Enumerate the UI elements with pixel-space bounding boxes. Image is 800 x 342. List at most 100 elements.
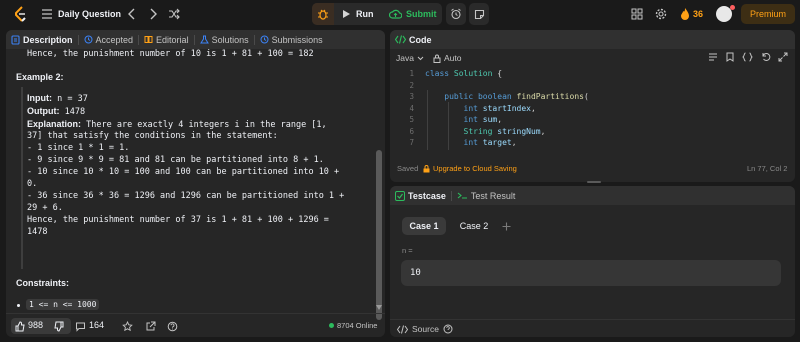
- comment-count[interactable]: 164: [89, 320, 104, 330]
- checkbox-icon: [395, 190, 405, 201]
- example-title: Example 2:: [16, 72, 64, 82]
- braces-icon[interactable]: [742, 52, 753, 62]
- line-number: 5: [409, 115, 414, 124]
- code-editor[interactable]: 1 2 3 4 5 6 7 8 class Solution { public boolean…: [390, 68, 795, 150]
- explanation-line: - 10 since 10 * 10 = 100 and 100 can be …: [27, 167, 340, 177]
- add-case-icon[interactable]: [498, 217, 514, 235]
- star-icon[interactable]: [121, 319, 133, 333]
- history-icon: [260, 35, 269, 44]
- code-token: int[]: [425, 150, 492, 151]
- streak-count[interactable]: 36: [693, 8, 703, 20]
- problem-list-title[interactable]: Daily Question: [58, 8, 121, 20]
- alarm-clock-icon: [450, 8, 462, 20]
- language-label: Java: [396, 53, 414, 63]
- case-1-tab[interactable]: Case 1: [402, 217, 446, 235]
- constraint-bullet: [17, 304, 20, 307]
- language-select[interactable]: Java: [396, 53, 424, 63]
- tab-test-result[interactable]: Test Result: [452, 186, 521, 205]
- leetcode-logo-icon[interactable]: [13, 6, 27, 22]
- code-token: String: [425, 126, 498, 136]
- tab-testcase[interactable]: Testcase: [390, 186, 451, 205]
- online-dot: [329, 323, 334, 328]
- chevron-right-icon[interactable]: [148, 7, 158, 21]
- note-icon: [474, 9, 485, 20]
- cursor-position: Ln 77, Col 2: [747, 164, 788, 173]
- fire-icon[interactable]: [680, 7, 690, 21]
- code-line: public boolean findPartitions(: [425, 91, 589, 103]
- bookmark-icon[interactable]: [726, 52, 734, 62]
- play-icon: [342, 9, 351, 19]
- timer-button[interactable]: [446, 3, 466, 25]
- case-2-tab[interactable]: Case 2: [453, 217, 495, 235]
- description-scrollbar[interactable]: [376, 150, 382, 320]
- line-number: 7: [409, 138, 414, 147]
- tab-description[interactable]: Description: [6, 30, 78, 49]
- help-icon[interactable]: [166, 319, 178, 333]
- code-token: {: [492, 69, 503, 78]
- indent-guide: [427, 90, 428, 150]
- code-token: ,: [540, 126, 546, 136]
- help-icon: [443, 324, 453, 334]
- notes-button[interactable]: [469, 3, 489, 25]
- code-token: int: [425, 103, 483, 113]
- grid-icon[interactable]: [631, 8, 643, 20]
- run-label: Run: [356, 9, 374, 19]
- code-line: int sum,: [425, 114, 503, 126]
- source-button[interactable]: Source: [397, 324, 453, 334]
- testcase-input-field[interactable]: 10: [401, 260, 781, 286]
- submit-button[interactable]: Submit: [384, 3, 442, 25]
- input-variable-label: n =: [402, 246, 413, 255]
- tab-solutions[interactable]: Solutions: [195, 30, 254, 49]
- upgrade-link[interactable]: Upgrade to Cloud Saving: [423, 164, 517, 173]
- debug-button[interactable]: [312, 3, 334, 25]
- gear-icon[interactable]: [655, 8, 667, 20]
- comment-icon[interactable]: [74, 319, 86, 333]
- code-token: sum: [482, 115, 498, 124]
- chevron-left-icon[interactable]: [127, 7, 137, 21]
- tab-submissions[interactable]: Submissions: [255, 30, 328, 49]
- book-icon: [144, 35, 153, 44]
- code-token: boolean: [477, 92, 517, 101]
- panel-resize-handle[interactable]: [587, 181, 601, 183]
- code-line: int target,: [425, 137, 517, 149]
- tab-editorial[interactable]: Editorial: [139, 30, 194, 49]
- explanation-label: Explanation:: [27, 119, 82, 129]
- premium-button[interactable]: Premium: [741, 4, 795, 24]
- example-input: Input: n = 37: [27, 93, 88, 105]
- tab-code[interactable]: Code: [390, 30, 437, 49]
- explanation-line: Hence, the punishment number of 37 is 1 …: [27, 215, 329, 225]
- tab-accepted[interactable]: Accepted: [79, 30, 139, 49]
- thumbs-up-icon[interactable]: [14, 319, 26, 333]
- format-icon[interactable]: [708, 52, 718, 62]
- testcase-footer: Source: [390, 319, 795, 337]
- indent-guide: [448, 102, 449, 150]
- shuffle-icon[interactable]: [168, 8, 180, 20]
- scroll-down-arrow-icon[interactable]: [376, 304, 382, 310]
- thumbs-down-icon[interactable]: [52, 319, 64, 333]
- problem-list-icon[interactable]: [41, 8, 53, 20]
- auto-mode[interactable]: Auto: [433, 53, 462, 63]
- code-header: Code: [390, 30, 795, 49]
- code-token: ,: [530, 103, 536, 113]
- tab-description-label: Description: [23, 34, 73, 45]
- test-result-tab-label: Test Result: [470, 190, 516, 201]
- code-toolbar: Java Auto: [390, 49, 795, 66]
- share-icon[interactable]: [144, 319, 156, 333]
- explanation-line: 0.: [27, 179, 38, 189]
- document-icon: [11, 34, 20, 45]
- reset-icon[interactable]: [761, 52, 771, 62]
- online-status: 8704 Online: [329, 321, 377, 330]
- expand-icon[interactable]: [778, 52, 788, 62]
- code-token: public: [425, 92, 478, 101]
- chevron-down-icon: [417, 56, 424, 61]
- example-output: Output: 1478: [27, 106, 85, 118]
- run-button[interactable]: Run: [335, 3, 381, 25]
- code-token: ...: [492, 150, 506, 151]
- description-tabs: Description Accepted Editorial Solutions: [6, 30, 385, 49]
- explanation-value: There are exactly 4 integers i in the ra…: [81, 120, 327, 130]
- notification-dot: [730, 5, 735, 10]
- line-number: 1: [409, 69, 414, 78]
- constraint-code: 1 <= n <= 1000: [26, 299, 100, 310]
- line-number: 4: [409, 103, 414, 113]
- code-token: Solution: [453, 69, 493, 78]
